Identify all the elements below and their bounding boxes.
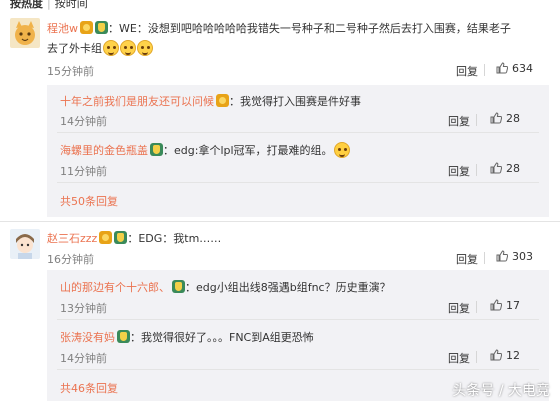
like-button[interactable]: 303 [496,250,533,265]
comment-time: 16分钟前 [47,253,94,266]
we-fan-icon [99,231,113,244]
reply-username[interactable]: 十年之前我们是朋友还可以问候 [60,95,214,108]
divider [57,319,539,320]
reply-time: 14分钟前 [60,115,107,128]
smile-emoji-icon [137,40,153,56]
we-fan-icon [216,94,229,107]
divider [57,369,539,370]
watermark: 头条号 / 大电竞 [452,383,550,399]
like-count: 634 [512,62,533,75]
sort-separator: | [47,0,51,10]
like-count: 17 [506,299,520,312]
smile-emoji-icon [120,40,136,56]
lpl-badge-icon [95,21,108,34]
reply-button[interactable]: 回复 [448,163,470,179]
reply-text: ：edg:拿个lpl冠军，打最难的组。 [163,144,333,157]
like-count: 28 [506,112,520,125]
like-count: 12 [506,349,520,362]
action-divider [484,252,485,264]
thumbs-up-icon [490,112,503,127]
like-button[interactable]: 12 [490,349,520,364]
reply-button[interactable]: 回复 [448,350,470,366]
action-divider [476,114,477,126]
comment-2-line-1: 赵三石zzz ：EDG：我tm…… [47,230,221,246]
like-count: 28 [506,162,520,175]
lpl-badge-icon [172,280,185,293]
reply-username[interactable]: 海螺里的金色瓶盖 [60,144,148,157]
comment-text-prefix: ： [108,22,119,35]
comment-1-line-2: 去了外卡组 [47,40,153,56]
reply-time: 13分钟前 [60,302,107,315]
comment-divider [0,221,560,222]
action-divider [476,351,477,363]
lpl-badge-icon [114,231,128,244]
sort-by-hot[interactable]: 按热度 [10,0,43,10]
more-replies-link[interactable]: 共46条回复 [60,380,118,396]
thumbs-up-icon [496,250,509,265]
reply-time: 11分钟前 [60,165,107,178]
reply-item: 山的那边有个十六郎、 ：edg小组出线8强遇b组fnc？历史重演？ [60,279,391,295]
like-button[interactable]: 28 [490,162,520,177]
reply-item: 十年之前我们是朋友还可以问候 ：我觉得打入围赛是件好事 [60,93,361,109]
reply-username[interactable]: 山的那边有个十六郎、 [60,281,170,294]
reply-time: 14分钟前 [60,352,107,365]
reply-item: 海螺里的金色瓶盖 ：edg:拿个lpl冠军，打最难的组。 [60,142,350,158]
comment-text: ：EDG：我tm…… [127,232,222,245]
thumbs-up-icon [496,62,509,77]
reply-text: ：我觉得打入围赛是件好事 [229,95,361,108]
comment-username[interactable]: 程池w [47,22,78,35]
like-count: 303 [512,250,533,263]
we-fan-icon [80,21,93,34]
comment-time: 15分钟前 [47,65,94,78]
like-button[interactable]: 634 [496,62,533,77]
reply-username[interactable]: 张涛没有妈 [60,331,115,344]
reply-button[interactable]: 回复 [456,63,478,79]
reply-text: ：edg小组出线8强遇b组fnc？历史重演？ [185,281,391,294]
lpl-badge-icon [150,143,163,156]
lpl-badge-icon [117,330,130,343]
girl-avatar[interactable] [10,229,40,259]
reply-button[interactable]: 回复 [448,300,470,316]
smile-emoji-icon [103,40,119,56]
like-button[interactable]: 17 [490,299,520,314]
like-button[interactable]: 28 [490,112,520,127]
reply-item: 张涛没有妈 ：我觉得很好了。。。FNC到A组更恐怖 [60,329,314,345]
reply-button[interactable]: 回复 [448,113,470,129]
comment-username[interactable]: 赵三石zzz [47,232,97,245]
laugh-emoji-icon [333,142,350,158]
reply-text: ：我觉得很好了。。。FNC到A组更恐怖 [130,331,314,344]
sort-by-time[interactable]: 按时间 [55,0,88,10]
thumbs-up-icon [490,299,503,314]
divider [57,132,539,133]
sort-bar: 按热度 | 按时间 [10,0,88,11]
more-replies-link[interactable]: 共50条回复 [60,193,118,209]
comment-text-continued: 去了外卡组 [47,42,102,55]
cat-avatar[interactable] [10,18,40,48]
divider [57,182,539,183]
action-divider [484,64,485,76]
reply-button[interactable]: 回复 [456,251,478,267]
thumbs-up-icon [490,162,503,177]
team-tag: WE [119,22,137,35]
action-divider [476,164,477,176]
thumbs-up-icon [490,349,503,364]
comment-text: ：没想到吧哈哈哈哈哈我错失一号种子和二号种子然后去打入围赛，结果老子 [136,22,511,35]
action-divider [476,301,477,313]
comment-1-line-1: 程池w ：WE：没想到吧哈哈哈哈哈我错失一号种子和二号种子然后去打入围赛，结果老子 [47,20,511,36]
